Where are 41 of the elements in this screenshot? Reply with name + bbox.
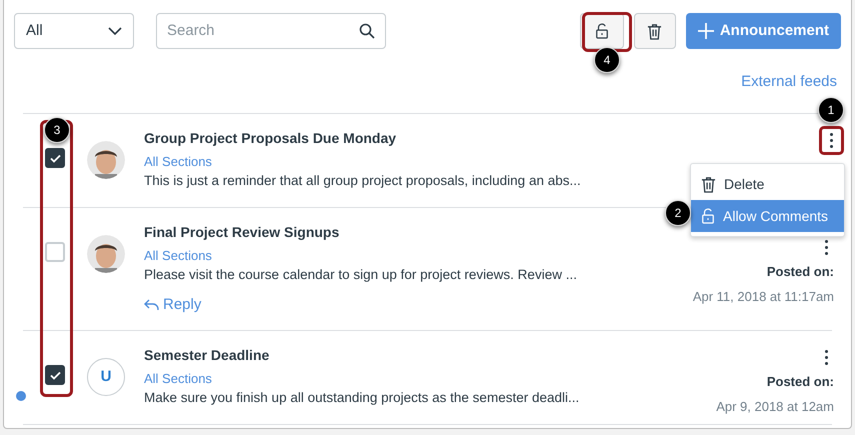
menu-item-label: Delete (724, 174, 764, 194)
search-input[interactable]: Search (167, 20, 359, 42)
reply-icon (144, 299, 159, 312)
menu-item-label: Allow Comments (723, 206, 828, 226)
avatar-initial: U (87, 358, 125, 396)
callout-number: 2 (665, 200, 691, 226)
menu-item[interactable]: Delete (691, 168, 844, 200)
plus-icon (698, 23, 714, 39)
menu-item[interactable]: Allow Comments (691, 200, 844, 232)
reply-link[interactable]: Reply (144, 294, 202, 316)
unlock-icon (594, 23, 609, 39)
checkbox[interactable] (45, 365, 65, 385)
search-field[interactable]: Search (156, 13, 386, 49)
search-icon (359, 23, 375, 39)
callout-number: 4 (594, 47, 620, 73)
announcement-snippet: This is just a reminder that all group project proposals, including an abs... (144, 172, 581, 190)
announcement-title[interactable]: Group Project Proposals Due Monday (144, 128, 396, 148)
trash-icon (647, 22, 662, 40)
posted-label: Posted on: (766, 263, 834, 281)
section-link[interactable]: All Sections (144, 370, 212, 388)
checkbox[interactable] (45, 148, 65, 168)
external-feeds-link[interactable]: External feeds (741, 71, 837, 95)
callout-number: 3 (44, 117, 70, 143)
unlock-icon (701, 208, 715, 224)
posted-label: Posted on: (766, 373, 834, 391)
posted-date: Apr 9, 2018 at 12am (716, 398, 834, 416)
callout-number: 1 (818, 97, 844, 123)
announcement-snippet: Please visit the course calendar to sign up for project reviews. Review ... (144, 266, 577, 284)
delete-button[interactable] (634, 13, 676, 49)
section-link[interactable]: All Sections (144, 153, 212, 171)
announcement-snippet: Make sure you finish up all outstanding projects as the semester deadli... (144, 389, 580, 407)
section-link[interactable]: All Sections (144, 247, 212, 265)
check-icon (50, 154, 60, 162)
chevron-down-icon (108, 27, 122, 35)
announcement-title[interactable]: Final Project Review Signups (144, 222, 340, 242)
filter-dropdown[interactable]: All (14, 13, 134, 49)
check-icon (50, 370, 60, 380)
trash-icon (701, 176, 716, 192)
posted-date: Apr 11, 2018 at 11:17am (692, 288, 834, 306)
add-announcement-button[interactable]: Announcement (686, 13, 841, 49)
announcement-title[interactable]: Semester Deadline (144, 345, 270, 365)
